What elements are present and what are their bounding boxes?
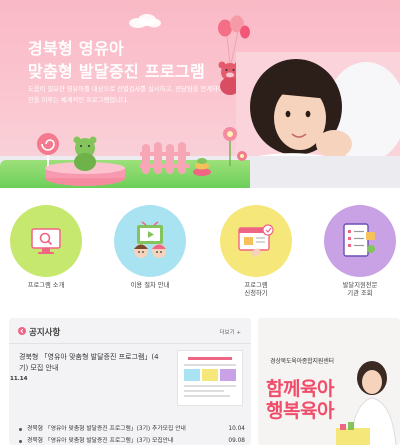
menu-circle	[10, 205, 82, 277]
monitor-search-icon	[31, 228, 61, 254]
cloud-icon	[129, 14, 161, 28]
list-item-title: 경북형 「영유아 맞춤형 발달증진 프로그램」(3기) 추가모집 안내	[27, 426, 186, 432]
banner-photo	[336, 361, 397, 445]
hero-title: 경북형 영유아 맞춤형 발달증진 프로그램	[28, 37, 205, 83]
list-item-date: 10.04	[228, 426, 245, 432]
menu-usage-guide[interactable]: 이용 절차 안내	[112, 205, 188, 290]
notice-feature-date: 11.14	[10, 376, 28, 382]
checklist-search-icon	[343, 223, 375, 257]
list-item[interactable]: 경북형 「영유아 맞춤형 발달증진 프로그램」(3기) 추가모집 안내 10.0…	[19, 424, 245, 434]
menu-label: 프로그램 소개	[27, 282, 65, 289]
banner-org-name: 경상북도육아종합지원센터	[270, 358, 334, 365]
menu-label: 발달지원전문 기관 조회	[342, 282, 378, 297]
menu-circle	[114, 205, 186, 277]
hero-title-line1: 경북형 영유아	[28, 39, 124, 58]
quick-menu: 프로그램 소개 이용 절차 안내 프로그램 신청하기 발달지원전문 기관 조회	[0, 188, 400, 303]
menu-label: 프로그램 신청하기	[244, 282, 268, 297]
bullet-icon	[19, 428, 22, 431]
notice-feature-thumbnail[interactable]	[177, 350, 243, 406]
hero-title-line2: 맞춤형 발달증진 프로그램	[28, 62, 205, 81]
notice-title: 공지사항	[29, 328, 61, 338]
bullet-icon	[19, 440, 22, 443]
children-video-icon	[134, 221, 166, 258]
menu-circle	[324, 205, 396, 277]
toys-illustration	[37, 127, 247, 186]
chevron-left-icon[interactable]	[18, 327, 26, 335]
notice-board: 공지사항 더보기 + 경북형 「영유아 맞춤형 발달증진 프로그램」(4기) 모…	[9, 318, 251, 445]
notice-feature-title[interactable]: 경북형 「영유아 맞춤형 발달증진 프로그램」(4기) 모집 안내	[19, 352, 167, 374]
menu-program-apply[interactable]: 프로그램 신청하기	[218, 205, 294, 298]
banner-headline-2: 행복육아	[266, 400, 334, 422]
menu-label: 이용 절차 안내	[130, 282, 170, 289]
more-link[interactable]: 더보기 +	[219, 328, 241, 336]
application-form-icon	[238, 224, 274, 257]
menu-institution-search[interactable]: 발달지원전문 기관 조회	[322, 205, 398, 298]
promo-banner[interactable]: 경상북도육아종합지원센터 함께육아 행복육아	[258, 318, 400, 445]
menu-circle	[220, 205, 292, 277]
notice-header: 공지사항 더보기 +	[9, 318, 251, 344]
hero-banner: 경북형 영유아 맞춤형 발달증진 프로그램 도움이 필요한 영유아를 대상으로 …	[0, 0, 400, 188]
menu-program-intro[interactable]: 프로그램 소개	[8, 205, 84, 290]
